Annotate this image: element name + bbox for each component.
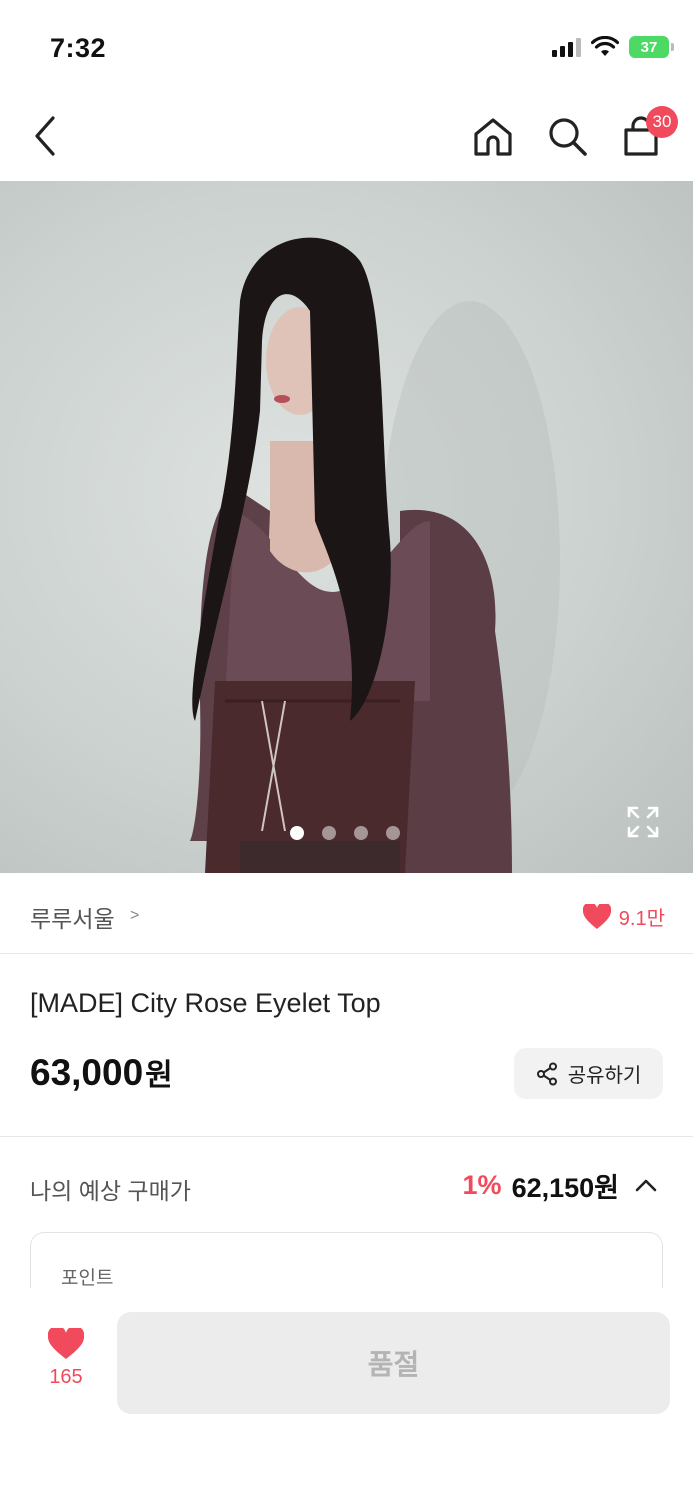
brand-like-count: 9.1만 xyxy=(618,908,665,930)
brand-row: 루루서울 > 9.1만 xyxy=(0,874,693,954)
carousel-dot[interactable] xyxy=(354,826,368,840)
cart-count-badge: 30 xyxy=(646,106,678,138)
carousel-dot[interactable] xyxy=(322,826,336,840)
chevron-left-icon[interactable] xyxy=(26,112,66,160)
wishlist-count: 165 xyxy=(49,1366,83,1388)
home-icon[interactable] xyxy=(470,114,516,160)
points-label: 포인트 xyxy=(61,1268,114,1289)
carousel-dot[interactable] xyxy=(386,826,400,840)
share-icon xyxy=(536,1062,557,1085)
wishlist-button[interactable]: 165 xyxy=(36,1328,96,1408)
product-image[interactable] xyxy=(0,181,693,873)
brand-like-button[interactable]: 9.1만 xyxy=(582,902,665,931)
carousel-dot[interactable] xyxy=(290,826,304,840)
carousel-indicator[interactable] xyxy=(290,826,400,840)
search-icon[interactable] xyxy=(545,114,591,160)
chevron-up-icon xyxy=(635,1179,657,1191)
status-icons: 37 xyxy=(552,36,674,58)
heart-icon xyxy=(582,903,611,929)
heart-icon xyxy=(48,1328,84,1359)
share-button[interactable]: 공유하기 xyxy=(514,1048,663,1099)
estimated-price-toggle[interactable]: 1% 62,150원 xyxy=(463,1166,659,1205)
bottom-action-bar: 165 품절 xyxy=(0,1288,693,1500)
battery-level: 37 xyxy=(640,38,658,56)
wifi-icon xyxy=(591,36,619,56)
divider xyxy=(0,1136,693,1137)
signal-icon xyxy=(552,37,581,57)
product-price: 63,000 xyxy=(30,1052,144,1093)
price-row: 63,000 원 xyxy=(30,1050,173,1094)
chevron-right-icon: > xyxy=(130,907,140,924)
battery-icon: 37 xyxy=(629,36,674,58)
estimated-price-label: 나의 예상 구매가 xyxy=(30,1178,191,1204)
brand-name-link[interactable]: 루루서울 xyxy=(30,900,115,934)
product-photo xyxy=(190,237,560,873)
product-title: [MADE] City Rose Eyelet Top xyxy=(30,988,381,1018)
top-nav-bar xyxy=(0,96,693,180)
estimated-price: 62,150원 xyxy=(511,1173,619,1203)
share-label: 공유하기 xyxy=(567,1065,642,1087)
sold-out-button[interactable]: 품절 xyxy=(117,1312,670,1414)
price-unit: 원 xyxy=(145,1059,173,1092)
status-bar: 7:32 37 xyxy=(0,0,693,96)
discount-rate: 1% xyxy=(462,1170,502,1200)
status-time: 7:32 xyxy=(50,33,107,63)
expand-icon[interactable] xyxy=(625,804,661,840)
